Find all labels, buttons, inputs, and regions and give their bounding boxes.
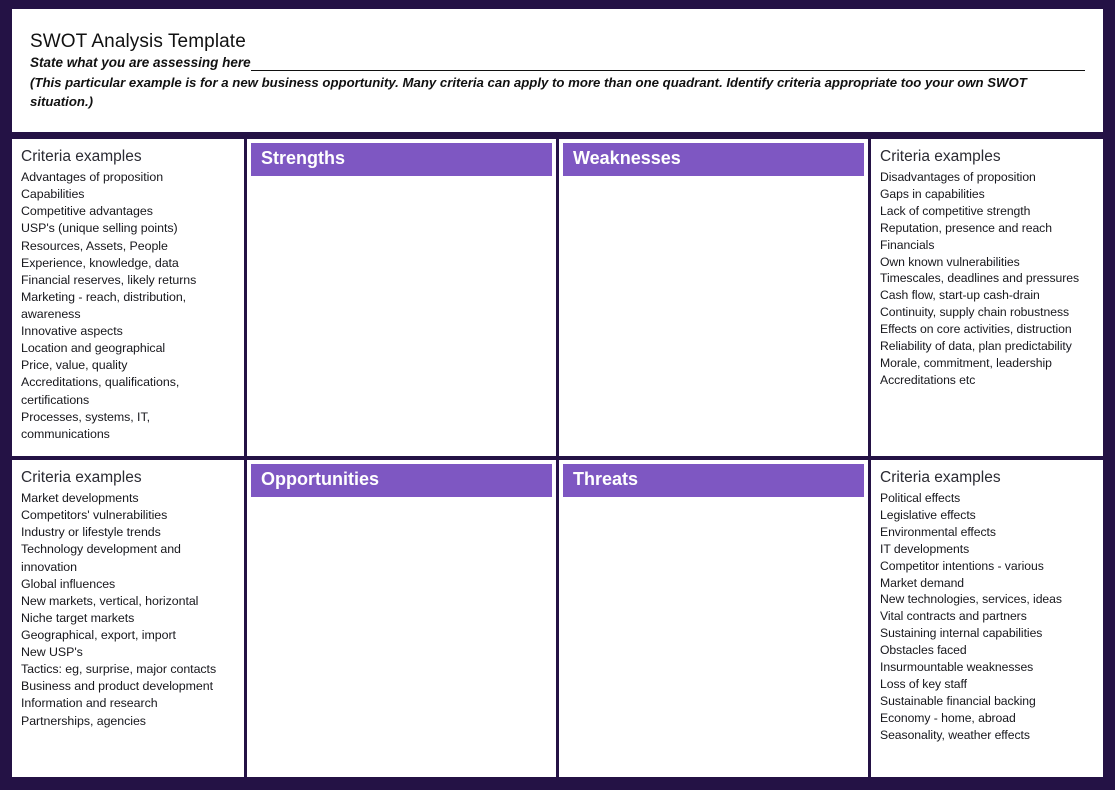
- list-item: New USP's: [21, 645, 83, 660]
- list-item: Technology development and innovation: [21, 542, 181, 574]
- assessment-subject-label: State what you are assessing here: [30, 54, 251, 70]
- quadrant-opportunities: Opportunities: [247, 460, 556, 777]
- quadrant-threats: Threats: [559, 460, 868, 777]
- list-item: Legislative effects: [880, 508, 976, 523]
- list-item: New technologies, services, ideas: [880, 592, 1062, 607]
- quadrant-header-threats: Threats: [563, 464, 864, 497]
- criteria-title: Criteria examples: [21, 469, 142, 486]
- criteria-list-opportunities: Market developments Competitors' vulnera…: [21, 490, 236, 730]
- list-item: Own known vulnerabilities: [880, 254, 1020, 269]
- list-item: Political effects: [880, 491, 961, 506]
- list-item: Global influences: [21, 576, 116, 591]
- criteria-panel-strengths: Criteria examples Advantages of proposit…: [12, 139, 244, 456]
- list-item: Resources, Assets, People: [21, 238, 168, 253]
- list-item: Lack of competitive strength: [880, 203, 1031, 218]
- list-item: Gaps in capabilities: [880, 187, 985, 202]
- list-item: Partnerships, agencies: [21, 713, 146, 728]
- list-item: Geographical, export, import: [21, 628, 176, 643]
- list-item: Continuity, supply chain robustness: [880, 305, 1070, 320]
- list-item: Accreditations, qualifications, certific…: [21, 375, 180, 407]
- list-item: Price, value, quality: [21, 358, 128, 373]
- list-item: Insurmountable weaknesses: [880, 660, 1034, 675]
- quadrant-strengths: Strengths: [247, 139, 556, 456]
- list-item: Innovative aspects: [21, 324, 123, 339]
- assessment-subject-fill-in-rule[interactable]: [250, 57, 1085, 72]
- criteria-panel-threats: Criteria examples Political effects Legi…: [871, 460, 1103, 777]
- swot-template-page: SWOT Analysis Template State what you ar…: [0, 0, 1115, 790]
- list-item: USP's (unique selling points): [21, 221, 178, 236]
- list-item: Reputation, presence and reach: [880, 220, 1052, 235]
- list-item: Marketing - reach, distribution, awarene…: [21, 289, 187, 322]
- criteria-list-strengths: Advantages of proposition Capabilities C…: [21, 169, 236, 443]
- list-item: Tactics: eg, surprise, major contacts: [21, 662, 217, 677]
- criteria-title: Criteria examples: [21, 148, 142, 165]
- quadrant-input-strengths[interactable]: [251, 175, 552, 452]
- instructions-note: (This particular example is for a new bu…: [30, 75, 1027, 109]
- list-item: Business and product development: [21, 679, 213, 694]
- list-item: Market developments: [21, 491, 139, 506]
- assessment-subject-line: State what you are assessing here: [30, 54, 1085, 72]
- list-item: Information and research: [21, 696, 158, 711]
- quadrant-header-opportunities: Opportunities: [251, 464, 552, 497]
- list-item: Reliability of data, plan predictability: [880, 339, 1072, 354]
- list-item: Environmental effects: [880, 524, 996, 539]
- list-item: Financials: [880, 237, 935, 252]
- list-item: Disadvantages of proposition: [880, 170, 1036, 185]
- list-item: Economy - home, abroad: [880, 710, 1016, 725]
- list-item: Obstacles faced: [880, 643, 967, 658]
- list-item: Competitive advantages: [21, 204, 153, 219]
- swot-row-top: Criteria examples Advantages of proposit…: [12, 139, 1103, 456]
- page-title: SWOT Analysis Template: [30, 31, 246, 52]
- criteria-list-threats: Political effects Legislative effects En…: [880, 490, 1095, 743]
- list-item: Competitors' vulnerabilities: [21, 508, 168, 523]
- list-item: Industry or lifestyle trends: [21, 525, 161, 540]
- list-item: Sustainable financial backing: [880, 693, 1036, 708]
- list-item: Accreditations etc: [880, 372, 976, 387]
- quadrant-input-weaknesses[interactable]: [563, 175, 864, 452]
- header-card: SWOT Analysis Template State what you ar…: [12, 9, 1103, 132]
- list-item: Sustaining internal capabilities: [880, 626, 1043, 641]
- swot-grid: Criteria examples Advantages of proposit…: [12, 139, 1103, 777]
- list-item: Location and geographical: [21, 341, 166, 356]
- criteria-panel-opportunities: Criteria examples Market developments Co…: [12, 460, 244, 777]
- quadrant-weaknesses: Weaknesses: [559, 139, 868, 456]
- quadrant-input-opportunities[interactable]: [251, 496, 552, 773]
- list-item: Advantages of proposition: [21, 170, 164, 185]
- list-item: Effects on core activities, distruction: [880, 322, 1072, 337]
- list-item: Niche target markets: [21, 610, 135, 625]
- list-item: New markets, vertical, horizontal: [21, 593, 199, 608]
- criteria-title: Criteria examples: [880, 469, 1001, 486]
- list-item: Processes, systems, IT, communications: [21, 409, 150, 441]
- list-item: Timescales, deadlines and pressures: [880, 271, 1079, 286]
- list-item: IT developments: [880, 541, 970, 556]
- quadrant-header-weaknesses: Weaknesses: [563, 143, 864, 176]
- list-item: Vital contracts and partners: [880, 609, 1027, 624]
- list-item: Seasonality, weather effects: [880, 727, 1030, 742]
- list-item: Loss of key staff: [880, 676, 967, 691]
- quadrant-input-threats[interactable]: [563, 496, 864, 773]
- list-item: Experience, knowledge, data: [21, 255, 179, 270]
- criteria-title: Criteria examples: [880, 148, 1001, 165]
- list-item: Cash flow, start-up cash-drain: [880, 288, 1040, 303]
- criteria-panel-weaknesses: Criteria examples Disadvantages of propo…: [871, 139, 1103, 456]
- list-item: Capabilities: [21, 187, 85, 202]
- list-item: Market demand: [880, 575, 965, 590]
- criteria-list-weaknesses: Disadvantages of proposition Gaps in cap…: [880, 169, 1095, 389]
- quadrant-header-strengths: Strengths: [251, 143, 552, 176]
- list-item: Financial reserves, likely returns: [21, 272, 197, 287]
- list-item: Competitor intentions - various: [880, 558, 1044, 573]
- list-item: Morale, commitment, leadership: [880, 355, 1052, 370]
- swot-row-bottom: Criteria examples Market developments Co…: [12, 460, 1103, 777]
